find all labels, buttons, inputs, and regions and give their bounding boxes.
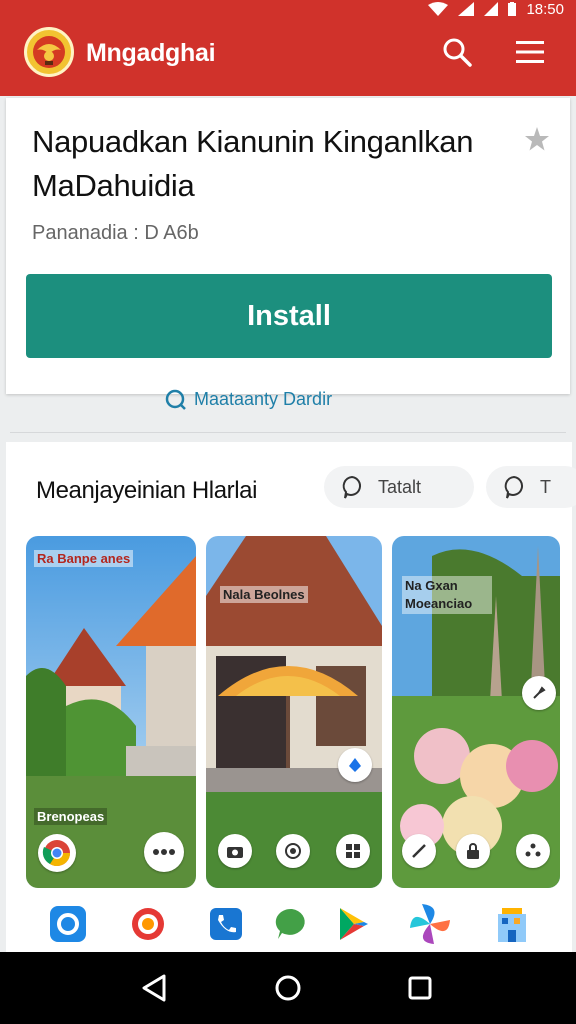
app-details-card: Napuadkan Kianunin Kinganlkan MaDahuidia…	[6, 98, 570, 394]
secondary-link-label: Maataanty Dardir	[194, 388, 333, 409]
search-icon	[443, 38, 472, 67]
app-title: Mngadghai	[86, 39, 216, 67]
search-button[interactable]	[437, 32, 477, 72]
grid-icon[interactable]	[336, 834, 370, 868]
screenshot-1-label: Ra Banpe anes	[34, 550, 134, 567]
divider	[10, 432, 566, 433]
menu-button[interactable]	[510, 32, 550, 72]
app-bar: 18:50 Mngadghai	[0, 0, 576, 96]
section-title: Meanjayeinian Hlarlai	[36, 477, 258, 504]
lock-icon[interactable]	[456, 834, 490, 868]
back-button[interactable]	[134, 968, 174, 1008]
app-name: Napuadkan Kianunin Kinganlkan MaDahuidia	[32, 124, 474, 203]
recents-icon	[408, 976, 432, 1000]
target-icon[interactable]	[126, 902, 170, 946]
play-store-icon[interactable]	[330, 902, 374, 946]
home-button[interactable]	[268, 968, 308, 1008]
star-icon[interactable]	[524, 126, 550, 157]
signal-icon	[458, 2, 475, 16]
recents-button[interactable]	[400, 968, 440, 1008]
screenshot-2[interactable]: Nala Beolnes	[206, 536, 382, 888]
comment-icon	[504, 475, 523, 499]
chip-label: Tatalt	[378, 476, 422, 497]
share-icon[interactable]	[516, 834, 550, 868]
info-icon	[165, 389, 186, 410]
battery-icon	[508, 2, 517, 16]
pin-icon[interactable]	[522, 676, 556, 710]
location-icon[interactable]	[338, 748, 372, 782]
chrome-icon[interactable]	[38, 834, 76, 872]
phone-icon[interactable]	[204, 902, 248, 946]
screenshot-2-label: Nala Beolnes	[220, 586, 308, 603]
home-icon	[275, 975, 301, 1001]
more-icon[interactable]	[144, 832, 184, 872]
skype-icon[interactable]	[46, 902, 90, 946]
camera-icon[interactable]	[218, 834, 252, 868]
navigation-bar	[0, 952, 576, 1024]
app-meta: Pananadia : D A6b	[32, 222, 199, 244]
chip-filter[interactable]: Tatalt	[324, 466, 474, 508]
screenshot-1-bottom-label: Brenopeas	[34, 808, 108, 825]
chip-label: T	[540, 476, 551, 497]
status-time: 18:50	[526, 0, 564, 18]
chip-more[interactable]: T	[486, 466, 576, 508]
tool-icon[interactable]	[402, 834, 436, 868]
secondary-link[interactable]: Maataanty Dardir	[164, 388, 332, 410]
signal-icon-secondary	[484, 2, 499, 16]
app-screen: 18:50 Mngadghai Napuadkan Kianunin Kinga…	[0, 0, 576, 1024]
record-icon[interactable]	[276, 834, 310, 868]
wifi-icon	[428, 2, 449, 16]
photos-icon[interactable]	[408, 902, 452, 946]
screenshot-1[interactable]: Ra Banpe anes Brenopeas	[26, 536, 196, 888]
back-icon	[142, 974, 166, 1002]
app-logo	[24, 27, 74, 77]
screenshot-3[interactable]: Na Gxan Moeanciao	[392, 536, 560, 888]
comment-icon	[342, 475, 361, 499]
menu-icon	[516, 41, 544, 63]
screenshot-3-label: Na Gxan Moeanciao	[402, 576, 492, 614]
store-icon[interactable]	[490, 902, 534, 946]
install-button[interactable]: Install	[26, 274, 552, 358]
status-bar: 18:50	[428, 0, 564, 18]
messages-icon[interactable]	[270, 902, 314, 946]
